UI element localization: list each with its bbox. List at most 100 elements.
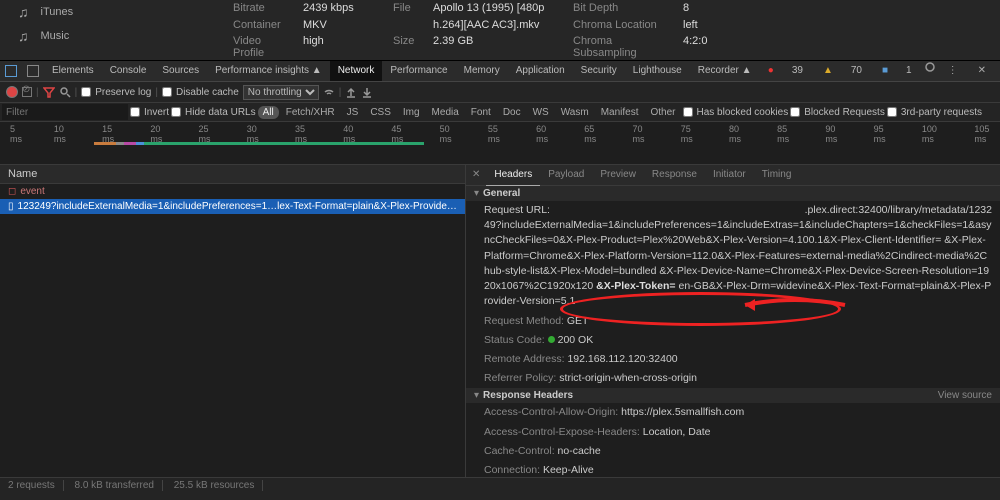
gear-icon[interactable] xyxy=(924,61,936,73)
search-icon[interactable] xyxy=(59,86,71,98)
tick: 25 ms xyxy=(199,124,220,144)
devtools-tab[interactable]: Performance xyxy=(382,61,455,81)
tick: 5 ms xyxy=(10,124,27,144)
meta-value: MKV xyxy=(303,19,383,32)
remote-address: Remote Address: 192.168.112.120:32400 xyxy=(466,350,1000,369)
preserve-log-checkbox[interactable]: Preserve log xyxy=(81,87,151,98)
status-code: Status Code: 200 OK xyxy=(466,331,1000,350)
devtools-tab[interactable]: Elements xyxy=(44,61,102,81)
error-count: 39 xyxy=(784,61,811,81)
invert-checkbox[interactable]: Invert xyxy=(130,107,169,118)
devtools-tab[interactable]: Network xyxy=(330,61,383,81)
type-filter-pill[interactable]: Doc xyxy=(498,106,526,119)
devtools-tab[interactable]: Memory xyxy=(456,61,508,81)
type-filter-pill[interactable]: Other xyxy=(645,106,680,119)
details-tab[interactable]: Preview xyxy=(592,165,644,185)
type-filter-pill[interactable]: WS xyxy=(528,106,554,119)
details-tab[interactable]: Timing xyxy=(754,165,800,185)
kebab-icon[interactable]: ⋮ xyxy=(940,61,966,81)
record-icon[interactable] xyxy=(6,86,18,98)
request-row-event[interactable]: ◻event xyxy=(0,184,465,199)
devtools-tabs: ElementsConsoleSourcesPerformance insigh… xyxy=(0,60,1000,82)
network-timeline[interactable]: 5 ms10 ms15 ms20 ms25 ms30 ms35 ms40 ms4… xyxy=(0,122,1000,165)
music-note-icon: ♫ xyxy=(18,28,29,44)
type-filter-pill[interactable]: Fetch/XHR xyxy=(281,106,340,119)
filter-input[interactable] xyxy=(2,104,128,120)
sidebar-item-itunes[interactable]: ♫ iTunes xyxy=(18,0,233,24)
type-filter-pill[interactable]: JS xyxy=(342,106,364,119)
request-url: Request URL: .plex.direct:32400/library/… xyxy=(466,201,1000,312)
view-source-link[interactable]: View source xyxy=(938,390,992,401)
request-details: ✕ HeadersPayloadPreviewResponseInitiator… xyxy=(466,165,1000,500)
type-filter-pill[interactable]: Img xyxy=(398,106,425,119)
tick: 90 ms xyxy=(825,124,846,144)
device-icon[interactable] xyxy=(27,65,39,77)
label: Preserve log xyxy=(95,87,151,98)
devtools-tab[interactable]: Recorder ▲ xyxy=(690,61,760,81)
devtools-tab[interactable]: Sources xyxy=(154,61,207,81)
thirdparty-checkbox[interactable]: 3rd-party requests xyxy=(887,107,982,118)
clear-icon[interactable]: ⊘ xyxy=(22,87,32,97)
meta-key: Chroma Subsampling xyxy=(573,35,673,60)
throttling-select[interactable]: No throttling xyxy=(243,85,319,100)
tick: 95 ms xyxy=(874,124,895,144)
devtools-tab[interactable]: Application xyxy=(508,61,573,81)
request-count: 2 requests xyxy=(8,480,64,491)
upload-icon[interactable] xyxy=(345,86,357,98)
download-icon[interactable] xyxy=(361,86,373,98)
meta-key: Video Profile xyxy=(233,35,293,60)
resources: 25.5 kB resources xyxy=(174,480,264,491)
details-tab[interactable]: Initiator xyxy=(705,165,754,185)
filter-icon[interactable] xyxy=(43,86,55,98)
devtools-tab[interactable]: Console xyxy=(102,61,155,81)
sidebar-label: iTunes xyxy=(41,6,74,18)
tick: 85 ms xyxy=(777,124,798,144)
type-filter-pill[interactable]: Wasm xyxy=(556,106,594,119)
devtools-tab[interactable]: Security xyxy=(573,61,625,81)
type-filter-pill[interactable]: Font xyxy=(466,106,496,119)
meta-value: 2.39 GB xyxy=(433,35,563,60)
close-icon[interactable]: ✕ xyxy=(970,61,994,81)
blocked-cookies-checkbox[interactable]: Has blocked cookies xyxy=(683,107,789,118)
tick: 55 ms xyxy=(488,124,509,144)
disable-cache-checkbox[interactable]: Disable cache xyxy=(162,87,239,98)
issue-badges[interactable]: ●39 ▲70 ■1 ⋮ ✕ xyxy=(760,61,1000,81)
timeline-segment xyxy=(136,142,144,145)
meta-key xyxy=(393,19,423,32)
general-section-header[interactable]: ▾General xyxy=(466,186,1000,201)
label: Has blocked cookies xyxy=(697,107,789,118)
blocked-requests-checkbox[interactable]: Blocked Requests xyxy=(790,107,885,118)
status-bar: 2 requests 8.0 kB transferred 25.5 kB re… xyxy=(0,477,1000,500)
details-tab[interactable]: Response xyxy=(644,165,705,185)
app-header: ♫ iTunes ♫ Music Bitrate 2439 kbps File … xyxy=(0,0,1000,60)
tick: 15 ms xyxy=(102,124,123,144)
music-note-icon: ♫ xyxy=(18,4,29,20)
tick: 50 ms xyxy=(440,124,461,144)
inspect-icon[interactable] xyxy=(5,65,17,77)
sidebar-item-music[interactable]: ♫ Music xyxy=(18,24,233,48)
devtools-tab[interactable]: Lighthouse xyxy=(625,61,690,81)
details-tab[interactable]: Payload xyxy=(540,165,592,185)
tick: 105 ms xyxy=(974,124,1000,144)
name-column-header[interactable]: Name xyxy=(0,165,465,184)
media-metadata: Bitrate 2439 kbps File Apollo 13 (1995) … xyxy=(233,0,743,60)
close-details-icon[interactable]: ✕ xyxy=(466,165,486,185)
timeline-segment xyxy=(144,142,424,145)
plex-token-param: &X-Plex-Token= xyxy=(596,280,675,292)
meta-value: 2439 kbps xyxy=(303,2,383,15)
wifi-icon[interactable] xyxy=(323,86,335,98)
referrer-policy: Referrer Policy: strict-origin-when-cros… xyxy=(466,369,1000,388)
request-row-selected[interactable]: ▯123249?includeExternalMedia=1&includePr… xyxy=(0,199,465,214)
meta-value: left xyxy=(683,19,743,32)
type-filter-pill[interactable]: CSS xyxy=(365,106,396,119)
type-filter-pill[interactable]: Manifest xyxy=(596,106,644,119)
type-filter-pill[interactable]: All xyxy=(258,106,279,119)
request-method: Request Method: GET xyxy=(466,312,1000,331)
response-headers-section[interactable]: ▾Response HeadersView source xyxy=(466,388,1000,403)
details-tab[interactable]: Headers xyxy=(486,165,540,186)
tick: 60 ms xyxy=(536,124,557,144)
devtools-tab[interactable]: Performance insights ▲ xyxy=(207,61,330,81)
type-filter-pill[interactable]: Media xyxy=(427,106,464,119)
details-tabs: ✕ HeadersPayloadPreviewResponseInitiator… xyxy=(466,165,1000,186)
hide-dataurls-checkbox[interactable]: Hide data URLs xyxy=(171,107,256,118)
